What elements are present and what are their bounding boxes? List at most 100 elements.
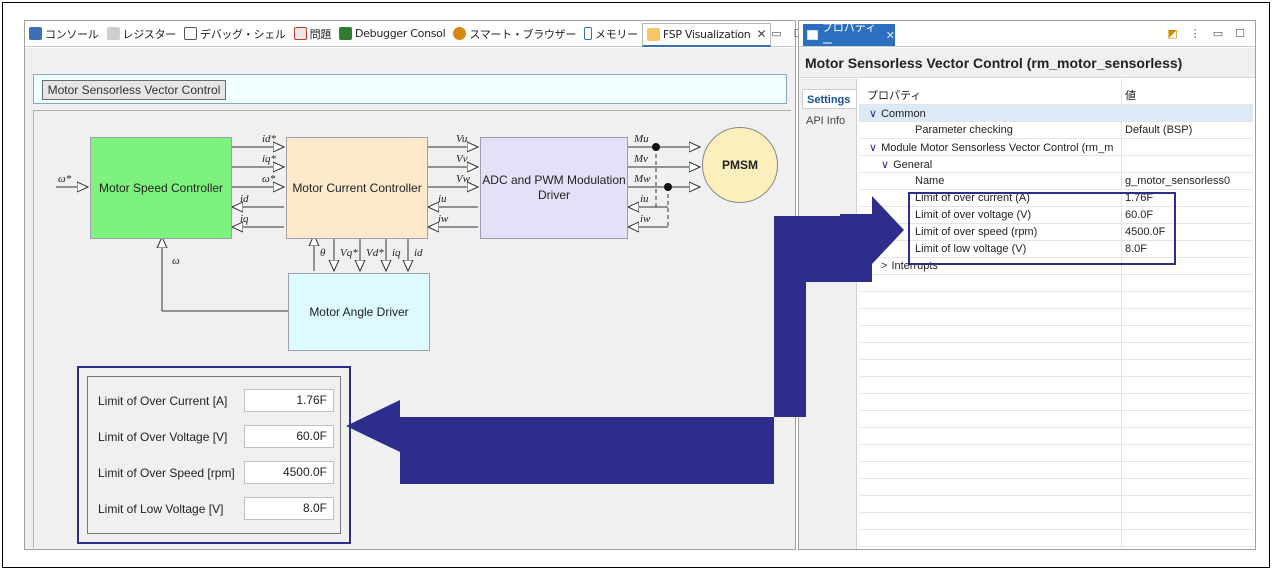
column-divider: [1121, 462, 1122, 479]
property-row[interactable]: ∨ Module Motor Sensorless Vector Control …: [859, 139, 1253, 156]
registers-icon: [106, 27, 120, 40]
tab-fsp-visualization[interactable]: FSP Visualization ✕: [641, 22, 772, 47]
left-tab-bar: コンソール レジスター デバッグ・シェル 問題 Debugger Consol …: [25, 21, 804, 47]
property-row[interactable]: Parameter checking Default (BSP): [859, 122, 1253, 139]
column-divider: [1121, 394, 1122, 411]
tab-settings[interactable]: Settings: [802, 89, 856, 109]
empty-row: [859, 513, 1253, 530]
signal-iu: iu: [438, 193, 447, 205]
tab-label: Debugger Consol: [355, 27, 446, 40]
motor-sensorless-vector-control-button[interactable]: Motor Sensorless Vector Control: [42, 80, 226, 100]
column-divider: [1121, 122, 1122, 139]
limits-group: Limit of Over Current [A] 1.76F Limit of…: [87, 376, 341, 534]
column-divider: [1121, 79, 1122, 105]
over-current-field[interactable]: 1.76F: [244, 389, 334, 412]
property-row[interactable]: ∨ General: [859, 156, 1253, 173]
tab-api-info[interactable]: API Info: [802, 111, 856, 131]
property-key-text: General: [893, 159, 933, 171]
tab-debug-shell[interactable]: デバッグ・シェル: [180, 23, 290, 45]
property-key-text: Module Motor Sensorless Vector Control (…: [881, 142, 1114, 154]
signal-vw: Vw: [456, 173, 471, 185]
limit-label: Limit of Over Speed [rpm]: [98, 466, 235, 480]
properties-icon: [807, 30, 818, 40]
property-value[interactable]: g_motor_sensorless0: [1125, 175, 1249, 187]
property-row[interactable]: ∨ Common: [859, 105, 1253, 122]
tab-properties[interactable]: プロパティー ✕: [803, 21, 895, 50]
over-speed-field[interactable]: 4500.0F: [244, 461, 334, 484]
column-divider: [1121, 360, 1122, 377]
empty-row: [859, 309, 1253, 326]
signal-id-angle: id: [414, 247, 423, 259]
tab-console[interactable]: コンソール: [25, 23, 103, 45]
property-row[interactable]: Name g_motor_sensorless0: [859, 173, 1253, 190]
minimize-icon[interactable]: ▭: [1213, 27, 1223, 40]
column-divider: [1121, 326, 1122, 343]
signal-iw: iw: [438, 213, 449, 225]
pmsm-block[interactable]: PMSM: [702, 127, 778, 203]
tab-label: プロパティー: [821, 21, 877, 50]
low-voltage-field[interactable]: 8.0F: [244, 497, 334, 520]
minimize-icon[interactable]: ▭: [771, 27, 781, 40]
chevron-right-icon[interactable]: >: [881, 260, 887, 272]
column-divider: [1121, 343, 1122, 360]
signal-iq-angle: iq: [392, 247, 401, 259]
tab-smart-browser[interactable]: スマート・ブラウザー: [449, 23, 580, 45]
property-key-text: Name: [915, 175, 945, 187]
property-key: Name: [915, 175, 1119, 187]
limit-row-over-speed: Limit of Over Speed [rpm] 4500.0F: [94, 461, 338, 485]
column-divider: [1121, 445, 1122, 462]
empty-row: [859, 360, 1253, 377]
close-icon[interactable]: ✕: [886, 29, 895, 42]
signal-mu: Mu: [634, 133, 649, 145]
tab-memory[interactable]: メモリー: [580, 23, 642, 45]
view-window-controls: ◩ ⋮ ▭ ☐: [1167, 27, 1245, 40]
column-divider: [1121, 513, 1122, 530]
signal-vv: Vv: [456, 153, 468, 165]
properties-side-tabs: Settings API Info: [799, 79, 857, 549]
property-key: ∨ Common: [869, 107, 1119, 120]
table-header: プロパティ 値: [859, 79, 1253, 105]
limit-label: Limit of Low Voltage [V]: [98, 502, 224, 516]
console-icon: [29, 27, 42, 40]
visualization-canvas: Motor Sensorless Vector Control Motor Sp…: [25, 48, 795, 549]
motor-speed-controller-block[interactable]: Motor Speed Controller: [90, 137, 232, 239]
empty-row: [859, 479, 1253, 496]
column-divider: [1121, 156, 1122, 173]
motor-angle-driver-block[interactable]: Motor Angle Driver: [288, 273, 430, 351]
signal-theta: θ: [320, 247, 326, 259]
empty-row: [859, 411, 1253, 428]
tab-problems[interactable]: 問題: [290, 23, 335, 45]
property-key: Parameter checking: [915, 124, 1119, 136]
tab-label: 問題: [309, 27, 332, 41]
fsp-visualization-icon: [646, 27, 660, 41]
property-table: プロパティ 値 ∨ Common Parameter checking Default…: [859, 79, 1253, 549]
column-divider: [1121, 479, 1122, 496]
close-icon[interactable]: ✕: [756, 27, 766, 41]
tab-registers[interactable]: レジスター: [103, 23, 181, 45]
adc-pwm-driver-block[interactable]: ADC and PWM Modulation Driver: [480, 137, 628, 239]
motor-current-controller-block[interactable]: Motor Current Controller: [286, 137, 428, 239]
tab-debugger-console[interactable]: Debugger Consol: [335, 23, 449, 45]
tab-label: メモリー: [595, 27, 638, 41]
empty-row: [859, 428, 1253, 445]
empty-row: [859, 343, 1253, 360]
empty-row: [859, 326, 1253, 343]
chevron-down-icon[interactable]: ∨: [881, 159, 889, 171]
over-voltage-field[interactable]: 60.0F: [244, 425, 334, 448]
limit-row-low-voltage: Limit of Low Voltage [V] 8.0F: [94, 497, 338, 521]
signal-mv: Mv: [634, 153, 649, 165]
problems-icon: [293, 27, 307, 40]
viz-title-bar: Motor Sensorless Vector Control: [33, 74, 787, 104]
chevron-down-icon[interactable]: ∨: [869, 142, 877, 154]
signal-vd-star: Vd*: [366, 247, 384, 259]
view-menu-icon[interactable]: ⋮: [1190, 27, 1201, 40]
column-divider: [1121, 530, 1122, 547]
property-value[interactable]: Default (BSP): [1125, 124, 1249, 136]
pin-icon[interactable]: ◩: [1167, 27, 1177, 40]
maximize-icon[interactable]: ☐: [1235, 27, 1245, 40]
column-divider: [1121, 309, 1122, 326]
chevron-down-icon[interactable]: ∨: [869, 108, 877, 120]
right-tab-bar: プロパティー ✕ ◩ ⋮ ▭ ☐: [799, 21, 1255, 50]
smart-browser-icon: [453, 27, 467, 40]
column-divider: [1121, 292, 1122, 309]
